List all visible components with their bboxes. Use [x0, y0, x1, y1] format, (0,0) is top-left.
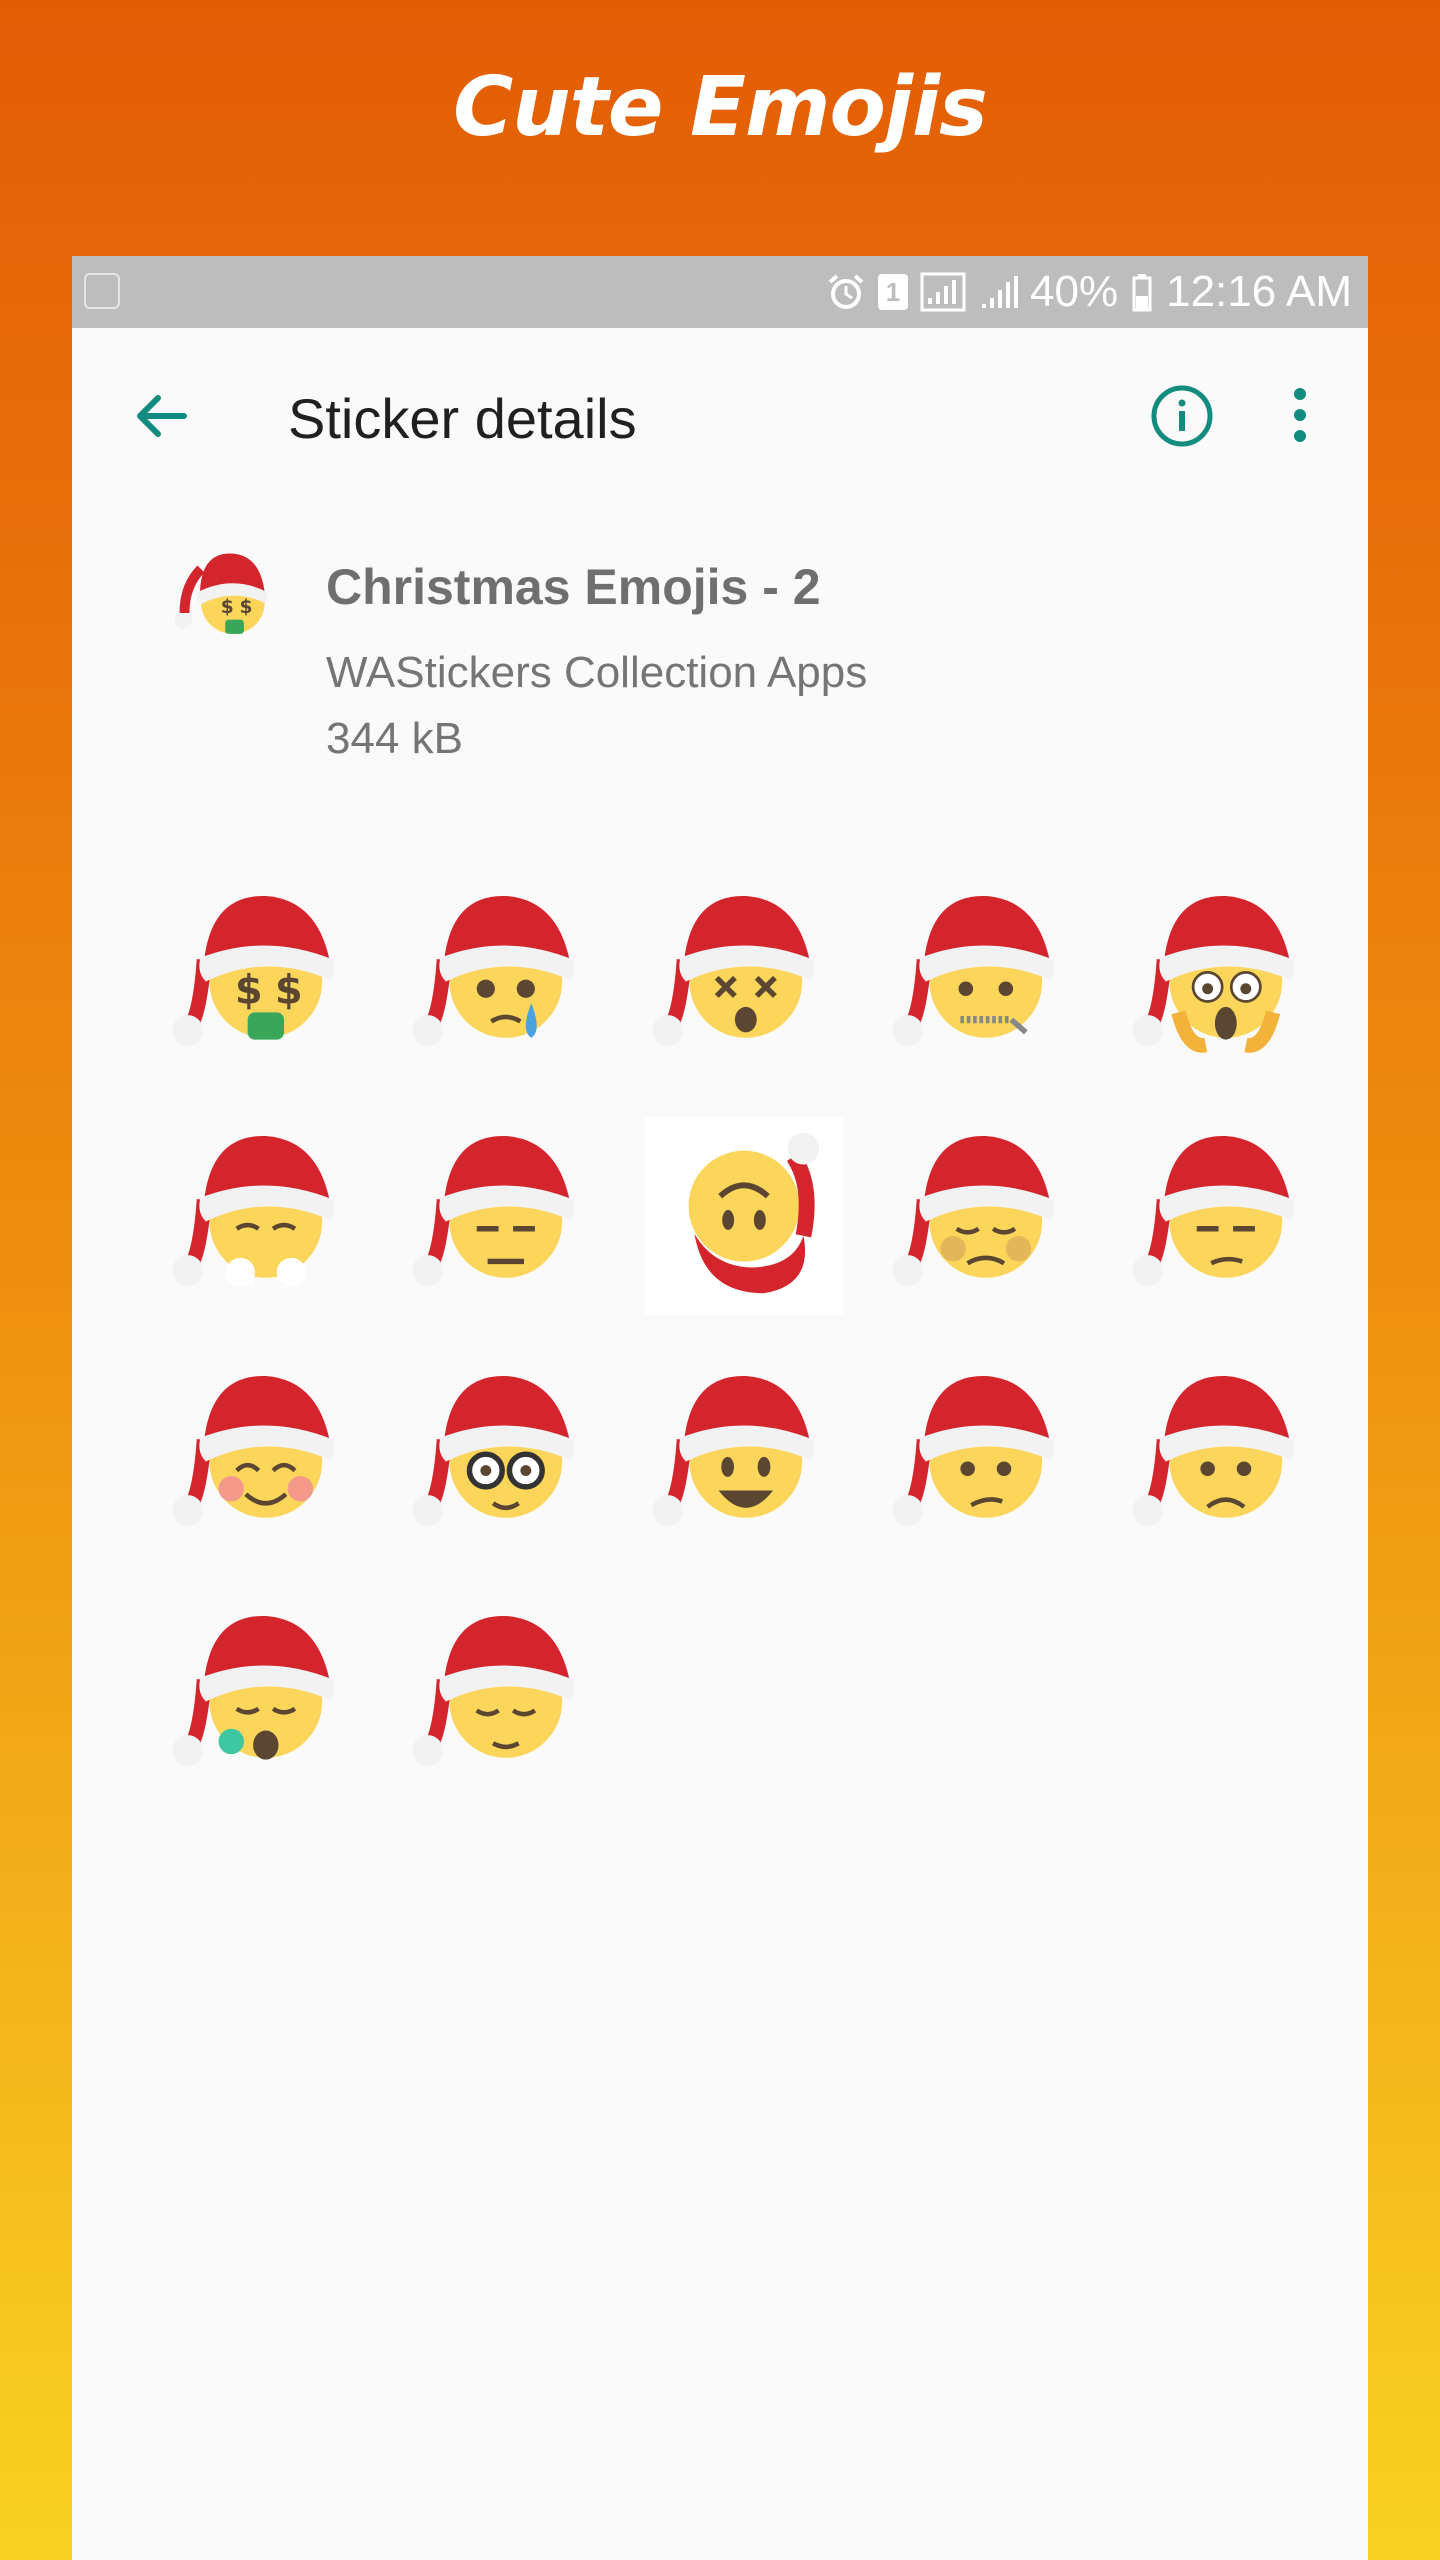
screaming-face-santa-sticker[interactable] [1104, 856, 1344, 1096]
santa-emoji-icon [1132, 1375, 1295, 1526]
upside-down-face-icon [688, 1132, 820, 1294]
sleeping-face-santa-sticker[interactable] [144, 1576, 384, 1816]
santa-emoji-icon [892, 895, 1055, 1046]
santa-emoji-icon [412, 1135, 575, 1286]
expressionless-face-santa-sticker[interactable] [384, 1096, 624, 1336]
toolbar-title: Sticker details [288, 387, 637, 450]
back-button[interactable] [122, 378, 202, 458]
money-mouth-santa-icon: $ $ [168, 536, 278, 646]
arrow-back-icon [137, 395, 187, 437]
santa-emoji-icon [172, 1615, 335, 1766]
pack-name: Christmas Emojis - 2 [326, 559, 821, 615]
relieved-face-santa-sticker[interactable] [384, 1576, 624, 1816]
santa-emoji-icon [892, 1135, 1055, 1286]
santa-emoji-icon [892, 1375, 1055, 1526]
zipper-mouth-face-santa-sticker[interactable] [864, 856, 1104, 1096]
santa-emoji-icon [652, 895, 815, 1046]
nauseated-face-santa-sticker[interactable] [864, 1096, 1104, 1336]
svg-text:$: $ [221, 597, 234, 618]
battery-percent: 40% [1030, 267, 1119, 316]
sticker-pack-header: $ $ Christmas Emojis - 2 WAStickers Coll… [72, 536, 1368, 796]
status-bar: 1 40% 12:16 AM [72, 256, 1368, 328]
santa-emoji-icon: $ $ [172, 895, 335, 1046]
santa-emoji-icon [1132, 1135, 1295, 1286]
alarm-icon [828, 274, 864, 309]
santa-emoji-icon [412, 895, 575, 1046]
money-mouth-face-santa-sticker[interactable]: $ $ [144, 856, 384, 1096]
battery-icon [1132, 274, 1152, 312]
blushing-smile-face-santa-sticker[interactable] [144, 1336, 384, 1576]
wifi-notification-icon [84, 273, 120, 309]
app-toolbar: Sticker details [72, 328, 1368, 500]
pack-publisher: WAStickers Collection Apps [326, 648, 868, 697]
info-icon [1151, 385, 1213, 447]
more-options-button[interactable] [1270, 376, 1330, 456]
dizzy-face-santa-sticker[interactable] [624, 856, 864, 1096]
info-button[interactable] [1142, 376, 1222, 456]
santa-emoji-icon [652, 1375, 815, 1526]
unamused-face-santa-sticker[interactable] [1104, 1096, 1344, 1336]
santa-emoji-icon [172, 1135, 335, 1287]
santa-emoji-icon [412, 1375, 575, 1526]
frowning-face-santa-sticker[interactable] [1104, 1336, 1344, 1576]
sad-relieved-face-santa-sticker[interactable] [384, 856, 624, 1096]
pack-size: 344 kB [326, 714, 463, 763]
svg-text:$: $ [275, 967, 303, 1013]
phone-screen: 1 40% 12:16 AM Sticker details $ $ Chris… [72, 256, 1368, 2560]
santa-emoji-icon [172, 1375, 335, 1526]
status-time: 12:16 AM [1166, 267, 1352, 316]
signal-sim1-icon [920, 272, 966, 312]
grinning-face-santa-sticker[interactable] [624, 1336, 864, 1576]
santa-emoji-icon [1132, 895, 1295, 1053]
svg-text:$: $ [235, 967, 263, 1013]
sim-icon: 1 [878, 274, 909, 310]
confused-face-santa-sticker[interactable] [864, 1336, 1104, 1576]
nerd-face-santa-sticker[interactable] [384, 1336, 624, 1576]
santa-emoji-icon [412, 1615, 575, 1766]
svg-text:$: $ [240, 597, 253, 618]
signal-sim2-icon [982, 276, 1019, 308]
steam-nose-face-santa-sticker[interactable] [144, 1096, 384, 1336]
sticker-grid: $ $ [144, 856, 1344, 1816]
promo-title: Cute Emojis [453, 60, 988, 155]
more-vert-icon [1294, 388, 1306, 442]
upside-down-face-santa-sticker[interactable] [624, 1096, 864, 1336]
